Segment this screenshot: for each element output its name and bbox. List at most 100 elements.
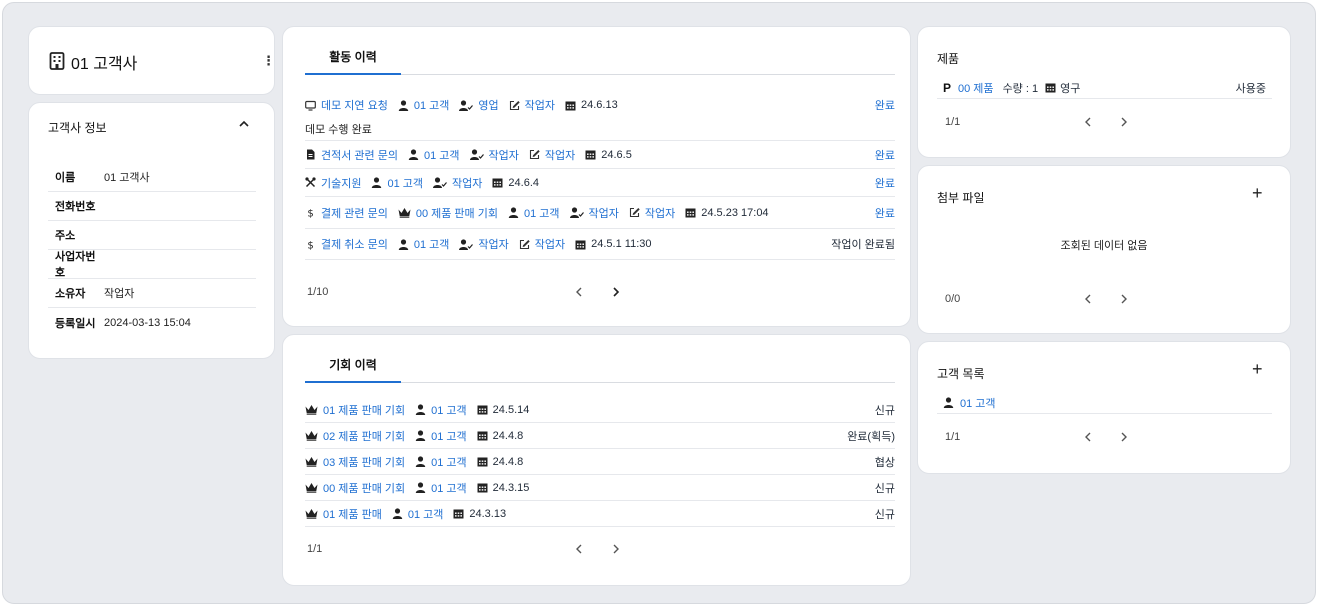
more-menu-button[interactable]: ⋮ [262, 53, 275, 69]
activity-row[interactable]: 데모 지연 요청 01 고객 영업 작업자 24.6.13 완료 데모 수행 완료 [305, 91, 895, 141]
meta-text[interactable]: 작업자 [535, 236, 565, 252]
chevron-left-icon[interactable] [1082, 293, 1094, 305]
meta-text[interactable]: 작업자 [645, 205, 675, 221]
meta-item[interactable]: 기술지원 [305, 175, 361, 191]
activity-row[interactable]: $ 결제 취소 문의 01 고객 작업자 작업자 24.5.1 11:30 작업이 완료됨 [305, 229, 895, 260]
meta-text[interactable]: 작업자 [452, 175, 482, 191]
meta-text[interactable]: 01 제품 판매 기회 [323, 402, 405, 418]
chevron-right-icon[interactable] [610, 286, 622, 298]
customer-name[interactable]: 01 고객 [960, 395, 996, 411]
meta-text[interactable]: 01 고객 [431, 402, 467, 418]
meta-text[interactable]: 데모 지연 요청 [321, 97, 388, 113]
meta-item: 24.4.8 [477, 430, 523, 442]
meta-text[interactable]: 01 고객 [524, 205, 560, 221]
meta-item[interactable]: 01 고객 [371, 175, 423, 191]
meta-item[interactable]: 01 제품 판매 기회 [305, 402, 405, 418]
meta-item[interactable]: 견적서 관련 문의 [305, 147, 398, 163]
meta-text[interactable]: 01 고객 [431, 428, 467, 444]
meta-text[interactable]: 작업자 [545, 147, 575, 163]
meta-item[interactable]: 데모 지연 요청 [305, 97, 388, 113]
meta-text[interactable]: 01 제품 판매 [323, 506, 382, 522]
meta-item[interactable]: 01 고객 [415, 480, 467, 496]
meta-item[interactable]: 01 고객 [408, 147, 460, 163]
info-value[interactable]: 작업자 [104, 285, 134, 301]
meta-item[interactable]: 작업자 [469, 147, 519, 163]
meta-item[interactable]: 01 고객 [392, 506, 444, 522]
activity-status: 작업이 완료됨 [831, 239, 895, 251]
page-indicator: 1/10 [307, 286, 329, 298]
meta-text[interactable]: 02 제품 판매 기회 [323, 428, 405, 444]
meta-item[interactable]: 01 고객 [415, 454, 467, 470]
meta-text[interactable]: 작업자 [489, 147, 519, 163]
meta-item[interactable]: 작업자 [509, 97, 555, 113]
meta-item[interactable]: 00 제품 판매 기회 [398, 205, 498, 221]
meta-text[interactable]: 기술지원 [321, 175, 361, 191]
product-name[interactable]: 00 제품 [958, 80, 994, 96]
opportunity-row[interactable]: 02 제품 판매 기회 01 고객 24.4.8 완료(획득) [305, 423, 895, 449]
chevron-left-icon[interactable] [1082, 116, 1094, 128]
meta-item[interactable]: 01 고객 [508, 205, 560, 221]
meta-item[interactable]: 작업자 [569, 205, 619, 221]
chevron-right-icon[interactable] [610, 543, 622, 555]
meta-text[interactable]: 영업 [478, 97, 498, 113]
meta-text[interactable]: 03 제품 판매 기회 [323, 454, 405, 470]
meta-item[interactable]: 작업자 [459, 236, 509, 252]
meta-item[interactable]: 02 제품 판매 기회 [305, 428, 405, 444]
meta-item[interactable]: 01 고객 [415, 428, 467, 444]
meta-text[interactable]: 결제 관련 문의 [321, 205, 388, 221]
meta-item[interactable]: 작업자 [529, 147, 575, 163]
chevron-right-icon[interactable] [1118, 431, 1130, 443]
tab-opportunity-history[interactable]: 기회 이력 [305, 359, 401, 383]
add-customer-button[interactable]: + [1252, 359, 1263, 380]
meta-text[interactable]: 결제 취소 문의 [321, 236, 388, 252]
opportunity-row[interactable]: 00 제품 판매 기회 01 고객 24.3.15 신규 [305, 475, 895, 501]
opportunity-row[interactable]: 03 제품 판매 기회 01 고객 24.4.8 협상 [305, 449, 895, 475]
activity-row[interactable]: $ 결제 관련 문의 00 제품 판매 기회 01 고객 작업자 작업자 24.5.23 1… [305, 197, 895, 229]
add-attachment-button[interactable]: + [1252, 183, 1263, 204]
calendar-icon [453, 508, 464, 519]
person-icon [415, 430, 426, 441]
meta-item[interactable]: $ 결제 관련 문의 [305, 205, 388, 221]
meta-item[interactable]: 01 고객 [398, 97, 450, 113]
opportunity-row[interactable]: 01 제품 판매 01 고객 24.3.13 신규 [305, 501, 895, 527]
activity-row[interactable]: 기술지원 01 고객 작업자 24.6.4 완료 [305, 169, 895, 197]
meta-text[interactable]: 작업자 [589, 205, 619, 221]
meta-item[interactable]: $ 결제 취소 문의 [305, 236, 388, 252]
meta-item[interactable]: 03 제품 판매 기회 [305, 454, 405, 470]
meta-text[interactable]: 작업자 [525, 97, 555, 113]
meta-text[interactable]: 01 고객 [387, 175, 423, 191]
meta-item[interactable]: 작업자 [433, 175, 482, 191]
meta-text[interactable]: 01 고객 [431, 454, 467, 470]
meta-text[interactable]: 작업자 [478, 236, 508, 252]
meta-text[interactable]: 01 고객 [414, 236, 450, 252]
meta-item[interactable]: 영업 [459, 97, 499, 113]
meta-item[interactable]: 01 고객 [415, 402, 467, 418]
meta-text[interactable]: 00 제품 판매 기회 [323, 480, 405, 496]
meta-text[interactable]: 01 고객 [408, 506, 444, 522]
chevron-up-icon[interactable] [237, 117, 251, 131]
edit-icon [519, 239, 530, 250]
meta-item[interactable]: 00 제품 판매 기회 [305, 480, 405, 496]
activity-note[interactable]: 데모 수행 완료 [305, 113, 895, 137]
product-item[interactable]: P 00 제품 수량 : 1 영구 사용중 [937, 77, 1272, 99]
activity-row[interactable]: 견적서 관련 문의 01 고객 작업자 작업자 24.6.5 완료 [305, 141, 895, 169]
meta-text[interactable]: 01 고객 [414, 97, 450, 113]
meta-item[interactable]: 작업자 [629, 205, 675, 221]
chevron-right-icon[interactable] [1118, 116, 1130, 128]
chevron-left-icon[interactable] [573, 543, 585, 555]
meta-item[interactable]: 01 제품 판매 [305, 506, 382, 522]
meta-text[interactable]: 01 고객 [431, 480, 467, 496]
meta-item[interactable]: 작업자 [519, 236, 565, 252]
tab-activity-history[interactable]: 활동 이력 [305, 51, 401, 75]
customer-item[interactable]: 01 고객 [937, 392, 1272, 414]
meta-text[interactable]: 견적서 관련 문의 [321, 147, 398, 163]
opportunity-row[interactable]: 01 제품 판매 기회 01 고객 24.5.14 신규 [305, 397, 895, 423]
meta-text[interactable]: 01 고객 [424, 147, 460, 163]
chevron-left-icon[interactable] [1082, 431, 1094, 443]
meta-text: 24.6.4 [508, 176, 539, 189]
chevron-right-icon[interactable] [1118, 293, 1130, 305]
meta-item[interactable]: 01 고객 [398, 236, 450, 252]
info-value: 2024-03-13 15:04 [104, 316, 191, 329]
meta-text[interactable]: 00 제품 판매 기회 [416, 205, 498, 221]
chevron-left-icon[interactable] [573, 286, 585, 298]
